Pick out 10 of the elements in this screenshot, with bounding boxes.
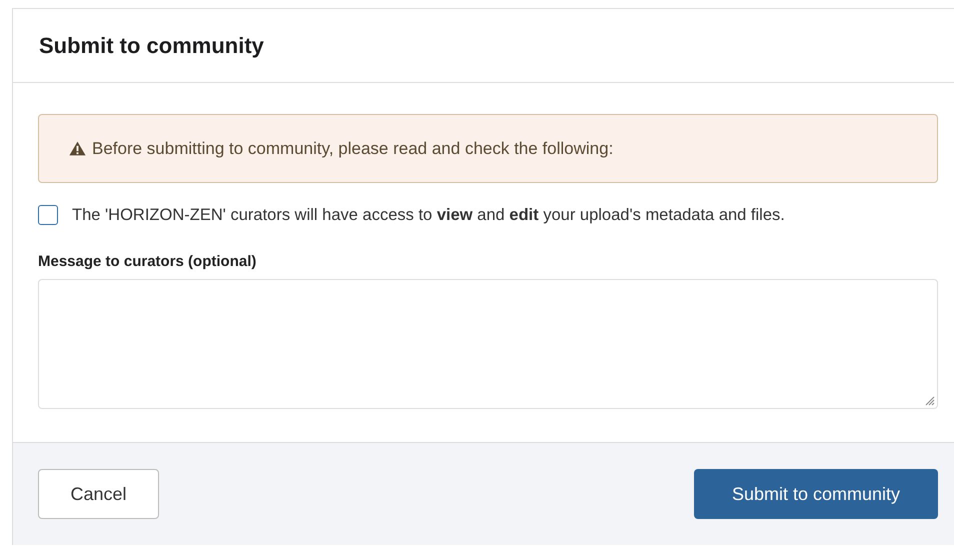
- message-field[interactable]: [38, 279, 938, 409]
- warning-text: Before submitting to community, please read and check the following:: [92, 138, 614, 158]
- agreement-text: The 'HORIZON-ZEN' curators will have access to view and edit your upload's metadata and files.: [72, 206, 785, 224]
- agreement-checkbox[interactable]: [38, 205, 58, 225]
- dialog-title: Submit to community: [39, 32, 264, 58]
- submit-button[interactable]: Submit to community: [694, 469, 938, 519]
- resize-grip-icon: [925, 396, 935, 406]
- warning-icon: [69, 141, 86, 156]
- field-label: Message to curators (optional): [38, 253, 258, 270]
- cancel-button[interactable]: Cancel: [38, 469, 159, 519]
